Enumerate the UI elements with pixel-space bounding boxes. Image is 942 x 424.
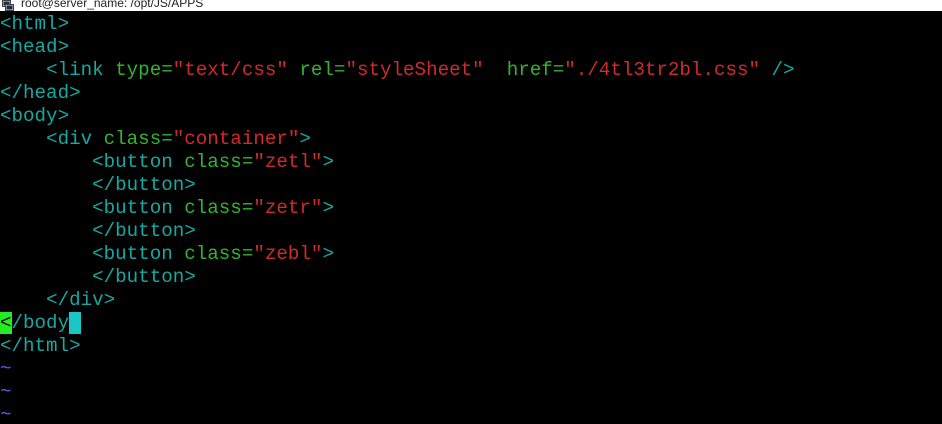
code-line[interactable]: <head> <box>0 36 942 59</box>
code-line[interactable]: <div class="container"> <box>0 128 942 151</box>
tag-token: </button> <box>92 266 196 288</box>
string-token: "zetr" <box>253 197 323 219</box>
tag-token: <head> <box>0 36 70 58</box>
code-line[interactable]: </button> <box>0 266 942 289</box>
empty-line-tilde: ~ <box>0 381 12 403</box>
code-line[interactable]: <button class="zetr"> <box>0 197 942 220</box>
terminal-window: root@server_name: /opt/JS/APPS <html> <he… <box>0 0 942 424</box>
code-line[interactable]: </body <box>0 312 942 335</box>
attribute-token: href= <box>506 59 565 81</box>
code-line[interactable]: </button> <box>0 174 942 197</box>
tag-token: </button> <box>92 220 196 242</box>
tag-token: > <box>322 197 334 219</box>
code-line[interactable]: <link type="text/css" rel="styleSheet" h… <box>0 59 942 82</box>
tag-token: <button <box>92 243 185 265</box>
putty-terminal-icon <box>2 0 14 11</box>
title-bar[interactable]: root@server_name: /opt/JS/APPS <box>0 0 942 11</box>
tag-token: <html> <box>0 13 70 35</box>
string-token: "container" <box>172 128 300 150</box>
tag-token: </html> <box>0 335 81 357</box>
tag-token: <body> <box>0 105 70 127</box>
tag-token: </button> <box>92 174 196 196</box>
empty-line-tilde: ~ <box>0 404 12 424</box>
code-line[interactable]: </html> <box>0 335 942 358</box>
attribute-token: class= <box>184 151 254 173</box>
tag-token: </head> <box>0 82 81 104</box>
string-token: "zebl" <box>253 243 323 265</box>
code-line[interactable]: <button class="zetl"> <box>0 151 942 174</box>
string-token: "text/css" <box>172 59 288 81</box>
attribute-token: class= <box>184 243 254 265</box>
text-cursor <box>69 312 81 334</box>
attribute-token: class= <box>103 128 173 150</box>
tag-token: <button <box>92 151 185 173</box>
attribute-token: class= <box>184 197 254 219</box>
tag-token: > <box>322 151 334 173</box>
tag-token: > <box>299 128 311 150</box>
code-line[interactable]: ~ <box>0 404 942 424</box>
tag-token: > <box>322 243 334 265</box>
empty-line-tilde: ~ <box>0 358 12 380</box>
code-line[interactable]: </div> <box>0 289 942 312</box>
vim-editor-area[interactable]: <html> <head> <link type="text/css" rel="… <box>0 13 942 424</box>
string-token: "./4tl3tr2bl.css" <box>564 59 761 81</box>
code-line[interactable]: <html> <box>0 13 942 36</box>
code-line[interactable]: </head> <box>0 82 942 105</box>
tag-token: <div <box>46 128 104 150</box>
tag-token: <link <box>46 59 116 81</box>
tag-token: /body <box>11 312 70 334</box>
code-line[interactable]: <body> <box>0 105 942 128</box>
attribute-token: rel= <box>299 59 346 81</box>
code-line[interactable]: ~ <box>0 358 942 381</box>
string-token: "zetl" <box>253 151 323 173</box>
tag-token: </div> <box>46 289 116 311</box>
tag-token: /> <box>771 59 795 81</box>
attribute-token: type= <box>115 59 173 81</box>
code-line[interactable]: <button class="zebl"> <box>0 243 942 266</box>
code-line[interactable]: ~ <box>0 381 942 404</box>
window-title: root@server_name: /opt/JS/APPS <box>21 0 204 10</box>
code-line[interactable]: </button> <box>0 220 942 243</box>
tag-token: <button <box>92 197 185 219</box>
bracket-match-highlight: < <box>0 312 12 334</box>
string-token: "styleSheet" <box>345 59 484 81</box>
